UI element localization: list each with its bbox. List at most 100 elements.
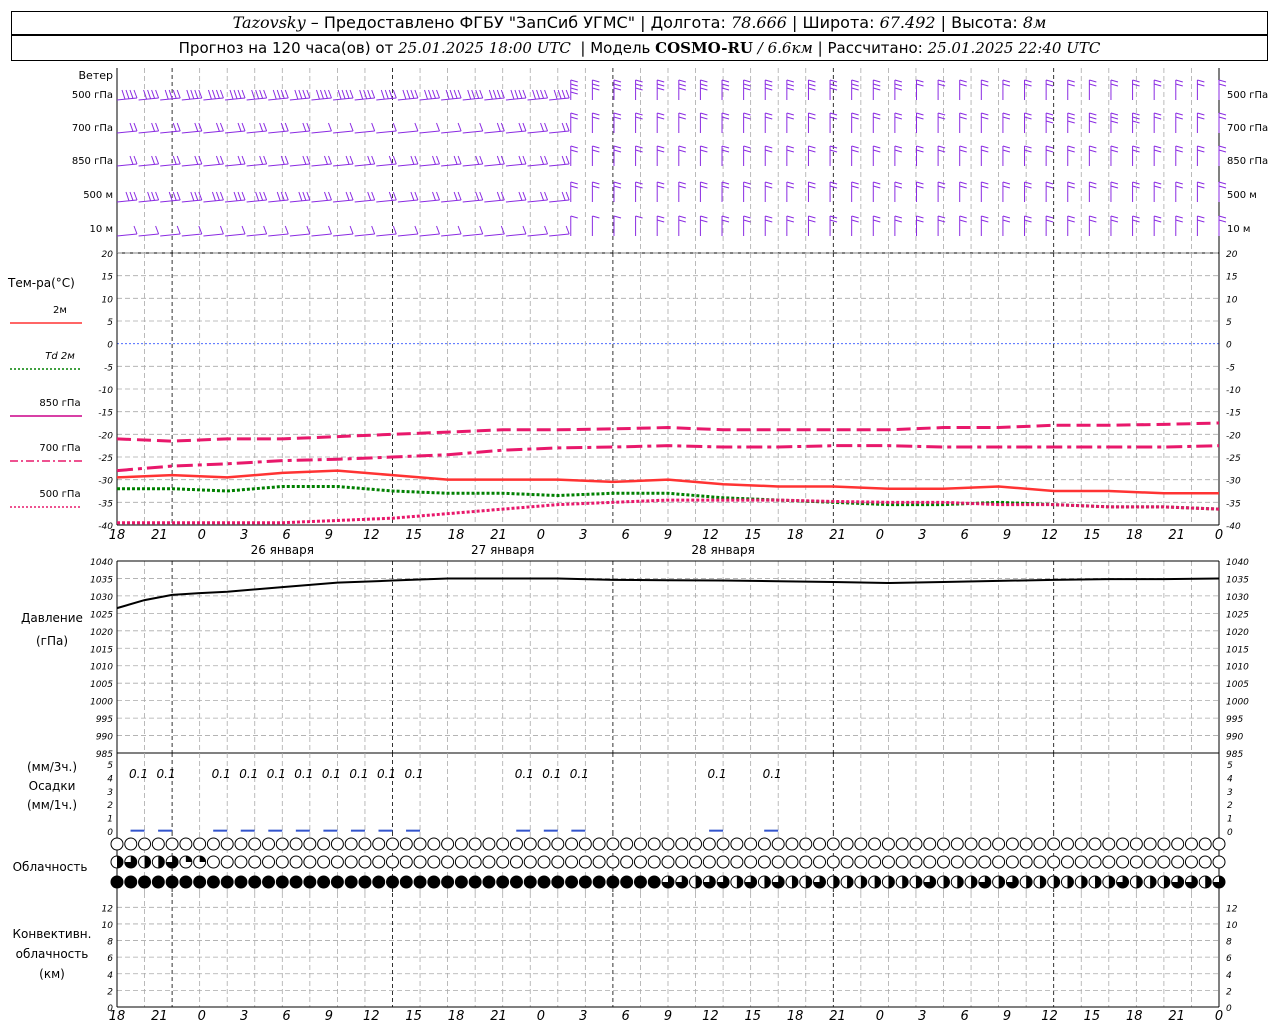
cloud-cover-symbol	[840, 855, 854, 869]
wind-level-label-left: 700 гПа	[72, 123, 113, 134]
precip-value-label: 0.1	[157, 767, 176, 781]
cloud-cover-fill	[455, 876, 468, 888]
pres-ytick-right: 995	[1226, 715, 1243, 725]
precip-bar	[406, 829, 421, 832]
wind-barb	[959, 215, 967, 236]
wind-barb	[224, 191, 246, 203]
wind-barb	[613, 145, 622, 166]
cloud-cover-symbol	[372, 855, 386, 869]
precip-bar	[295, 829, 310, 832]
cloud-cover-fill	[1150, 876, 1157, 888]
wind-barb	[678, 145, 686, 166]
precip-ytick-left: 2	[107, 801, 113, 811]
temp-ytick-right: 20	[1226, 250, 1238, 260]
time-tick-label: 3	[240, 528, 248, 543]
wind-barb	[311, 155, 332, 167]
wind-barb	[1218, 79, 1227, 100]
time-tick-label: 0	[876, 528, 884, 543]
conv-ytick-left: 12	[102, 904, 114, 914]
wind-barb	[289, 89, 311, 101]
wind-barb	[116, 191, 138, 203]
cloud-cover-symbol	[289, 837, 303, 851]
wind-barb	[484, 155, 505, 167]
cloud-cover-symbol	[950, 837, 964, 851]
time-tick-label: 0	[1215, 528, 1223, 543]
cloud-cover-fill	[482, 876, 495, 888]
pres-ytick-left: 1035	[90, 575, 113, 585]
cloud-cover-symbol	[633, 855, 647, 869]
cloud-cover-fill	[902, 876, 909, 888]
wind-level-label-right: 850 гПа	[1227, 156, 1268, 167]
time-tick-label-bottom: 18	[1126, 1009, 1143, 1024]
wind-barb	[246, 122, 268, 134]
wind-barb	[268, 155, 289, 167]
cloud-cover-fill	[372, 876, 385, 888]
temp-ytick-right: 15	[1226, 273, 1238, 283]
wind-barb	[1088, 181, 1097, 202]
temp-ytick-right: 10	[1226, 295, 1238, 305]
cloud-cover-fill	[496, 876, 509, 888]
cloud-cover-symbol	[923, 837, 937, 851]
cloud-cover-symbol	[220, 837, 234, 851]
cloud-cover-symbol	[537, 837, 551, 851]
conv-ytick-right: 10	[1226, 921, 1238, 931]
wind-barb	[570, 215, 578, 236]
pres-ytick-right: 1000	[1226, 698, 1249, 708]
cloud-cover-symbol	[482, 837, 496, 851]
pres-ytick-left: 1025	[90, 610, 113, 620]
wind-barb	[268, 89, 289, 101]
wind-barb	[656, 79, 665, 100]
pres-ytick-left: 990	[96, 733, 113, 743]
cloud-cover-symbol	[799, 837, 813, 851]
temp-ytick-left: -25	[98, 454, 113, 464]
cloud-cover-symbol	[537, 855, 551, 869]
cloud-cover-symbol	[454, 855, 468, 869]
time-tick-label: 0	[537, 528, 545, 543]
time-tick-label-bottom: 3	[918, 1009, 926, 1024]
wind-barb	[872, 215, 881, 236]
cloud-cover-symbol	[330, 837, 344, 851]
cloud-cover-symbol	[1088, 855, 1102, 869]
cloud-cover-symbol	[523, 855, 537, 869]
cloud-cover-symbol	[413, 837, 427, 851]
cloud-cover-symbol	[1088, 837, 1102, 851]
pres-unit: (гПа)	[36, 634, 68, 648]
wind-barb	[1196, 112, 1205, 133]
cloud-cover-symbol	[551, 837, 565, 851]
precip-bar	[240, 829, 255, 832]
conv-ytick-left: 2	[107, 987, 113, 997]
precip-bar	[213, 829, 228, 832]
cloud-cover-symbol	[1047, 855, 1061, 869]
cloud-cover-fill	[736, 876, 743, 888]
cloud-cover-fill	[888, 876, 895, 888]
pres-ytick-right: 985	[1226, 750, 1243, 760]
cloud-cover-symbol	[1143, 855, 1157, 869]
cloud-cover-fill	[276, 876, 289, 888]
wind-barb	[203, 122, 224, 134]
temp-ytick-left: 5	[107, 318, 113, 328]
wind-barb	[872, 181, 881, 202]
wind-barb	[678, 79, 686, 100]
wind-barb	[872, 79, 881, 100]
wind-barb	[570, 79, 578, 100]
wind-barb	[807, 181, 816, 202]
wind-barb	[138, 225, 160, 237]
temp-ytick-right: -15	[1226, 409, 1241, 419]
wind-barb	[224, 122, 246, 134]
wind-barb	[289, 191, 311, 203]
wind-barb	[635, 215, 643, 236]
wind-barb	[246, 89, 268, 101]
wind-barb	[1045, 181, 1054, 202]
pres-ytick-left: 1040	[90, 558, 113, 568]
cloud-cover-fill	[469, 876, 482, 888]
wind-barb	[937, 145, 946, 166]
day-label: 28 января	[691, 543, 754, 557]
wind-barb	[980, 145, 989, 166]
cloud-cover-symbol	[909, 855, 923, 869]
wind-barb	[656, 112, 665, 133]
wind-barb	[203, 225, 224, 237]
day-label: 26 января	[251, 543, 314, 557]
cloud-cover-symbol	[344, 855, 358, 869]
cloud-cover-symbol	[592, 855, 606, 869]
wind-barb	[289, 155, 311, 167]
